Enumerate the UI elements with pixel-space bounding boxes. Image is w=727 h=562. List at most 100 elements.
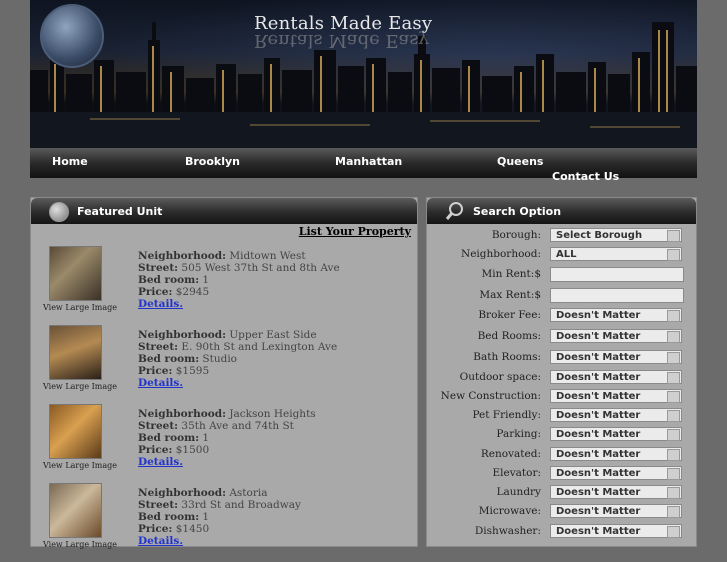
broker-fee-select[interactable]: Doesn't Matter [550, 308, 682, 322]
nav-home[interactable]: Home [52, 155, 88, 168]
unit-info: Neighborhood: Astoria Street: 33rd St an… [138, 487, 301, 547]
unit-thumbnail-image[interactable] [49, 404, 102, 459]
dropdown-arrow-icon [667, 449, 680, 461]
price-label: Price: [138, 444, 173, 456]
nav-contact-us[interactable]: Contact Us [552, 170, 619, 183]
laundry-label: Laundry [496, 486, 541, 498]
featured-unit-panel: Featured Unit List Your Property View La… [30, 197, 418, 549]
unit-thumbnail-image[interactable] [49, 483, 102, 538]
nav-manhattan[interactable]: Manhattan [335, 155, 402, 168]
renovated-label: Renovated: [480, 448, 541, 460]
featured-unit-item: View Large Image Neighborhood: Midtown W… [31, 246, 415, 325]
dropdown-arrow-icon [667, 429, 680, 441]
featured-icon [49, 202, 69, 222]
elevator-select[interactable]: Doesn't Matter [550, 466, 682, 480]
dropdown-arrow-icon [667, 230, 680, 242]
search-row-outdoor-space: Outdoor space: Doesn't Matter [427, 369, 696, 388]
pet-friendly-select[interactable]: Doesn't Matter [550, 408, 682, 422]
unit-info: Neighborhood: Midtown West Street: 505 W… [138, 250, 340, 310]
featured-unit-item: View Large Image Neighborhood: Astoria S… [31, 483, 415, 562]
price-label: Price: [138, 523, 173, 535]
borough-select[interactable]: Select Borough [550, 228, 682, 242]
max-rent-label: Max Rent:$ [479, 289, 541, 301]
dishwasher-select[interactable]: Doesn't Matter [550, 524, 682, 538]
search-option-panel: Search Option Borough: Select Borough Ne… [426, 197, 697, 547]
dropdown-arrow-icon [667, 410, 680, 422]
bath-rooms-select[interactable]: Doesn't Matter [550, 350, 682, 364]
featured-unit-item: View Large Image Neighborhood: Jackson H… [31, 404, 415, 483]
unit-thumbnail-image[interactable] [49, 246, 102, 301]
renovated-select[interactable]: Doesn't Matter [550, 447, 682, 461]
elevator-label: Elevator: [492, 467, 541, 479]
list-your-property-link[interactable]: List Your Property [299, 225, 411, 238]
logo-icon[interactable] [40, 4, 104, 68]
parking-select[interactable]: Doesn't Matter [550, 427, 682, 441]
bedroom-label: Bed room: [138, 274, 200, 286]
price-value: $2945 [175, 286, 210, 298]
details-link[interactable]: Details. [138, 377, 183, 389]
dropdown-arrow-icon [667, 526, 680, 538]
details-link[interactable]: Details. [138, 456, 183, 468]
dropdown-arrow-icon [667, 310, 680, 322]
site-title-reflection: Rentals Made Easy [254, 30, 429, 51]
microwave-select[interactable]: Doesn't Matter [550, 504, 682, 518]
neighborhood-value: Midtown West [229, 250, 306, 262]
view-large-image-link[interactable]: View Large Image [43, 303, 117, 312]
dropdown-arrow-icon [667, 249, 680, 261]
dropdown-arrow-icon [667, 391, 680, 403]
neighborhood-value: Astoria [229, 487, 268, 499]
unit-thumbnail-image[interactable] [49, 325, 102, 380]
view-large-image-link[interactable]: View Large Image [43, 461, 117, 470]
dropdown-arrow-icon [667, 352, 680, 364]
price-label: Price: [138, 286, 173, 298]
neighborhood-label: Neighborhood: [461, 248, 541, 260]
borough-label: Borough: [491, 229, 541, 241]
featured-unit-item: View Large Image Neighborhood: Upper Eas… [31, 325, 415, 404]
bedroom-value: Studio [202, 353, 237, 365]
dishwasher-label: Dishwasher: [474, 525, 541, 537]
featured-unit-header: Featured Unit [31, 198, 417, 224]
bedroom-value: 1 [202, 274, 210, 286]
search-row-elevator: Elevator: Doesn't Matter [427, 465, 696, 484]
bedroom-label: Bed room: [138, 353, 200, 365]
parking-label: Parking: [496, 428, 541, 440]
bed-rooms-select[interactable]: Doesn't Matter [550, 329, 682, 343]
bedroom-value: 1 [202, 432, 210, 444]
pet-friendly-label: Pet Friendly: [472, 409, 541, 421]
min-rent-label: Min Rent:$ [481, 268, 541, 280]
nav-queens[interactable]: Queens [497, 155, 543, 168]
neighborhood-value: Upper East Side [229, 329, 317, 341]
outdoor-space-label: Outdoor space: [459, 371, 541, 383]
search-row-pet-friendly: Pet Friendly: Doesn't Matter [427, 407, 696, 426]
featured-unit-title: Featured Unit [77, 205, 163, 218]
max-rent-input[interactable] [550, 288, 684, 303]
street-label: Street: [138, 499, 179, 511]
neighborhood-value: Jackson Heights [229, 408, 316, 420]
dropdown-arrow-icon [667, 468, 680, 480]
street-value: E. 90th St and Lexington Ave [181, 341, 338, 353]
neighborhood-select[interactable]: ALL [550, 247, 682, 261]
nav-brooklyn[interactable]: Brooklyn [185, 155, 240, 168]
details-link[interactable]: Details. [138, 298, 183, 310]
new-construction-select[interactable]: Doesn't Matter [550, 389, 682, 403]
unit-info: Neighborhood: Upper East Side Street: E.… [138, 329, 337, 389]
price-value: $1500 [175, 444, 210, 456]
neighborhood-label: Neighborhood: [138, 487, 226, 499]
search-row-bath-rooms: Bath Rooms: Doesn't Matter [427, 349, 696, 368]
neighborhood-label: Neighborhood: [138, 250, 226, 262]
new-construction-label: New Construction: [440, 390, 541, 402]
dropdown-arrow-icon [667, 506, 680, 518]
search-row-renovated: Renovated: Doesn't Matter [427, 446, 696, 465]
details-link[interactable]: Details. [138, 535, 183, 547]
view-large-image-link[interactable]: View Large Image [43, 382, 117, 391]
unit-info: Neighborhood: Jackson Heights Street: 35… [138, 408, 316, 468]
outdoor-space-select[interactable]: Doesn't Matter [550, 370, 682, 384]
search-row-max-rent: Max Rent:$ [427, 287, 696, 306]
main-nav: Home Brooklyn Manhattan Queens Contact U… [30, 148, 697, 183]
search-row-dishwasher: Dishwasher: Doesn't Matter [427, 523, 696, 542]
laundry-select[interactable]: Doesn't Matter [550, 485, 682, 499]
min-rent-input[interactable] [550, 267, 684, 282]
search-row-borough: Borough: Select Borough [427, 227, 696, 246]
microwave-label: Microwave: [478, 505, 541, 517]
dropdown-arrow-icon [667, 331, 680, 343]
